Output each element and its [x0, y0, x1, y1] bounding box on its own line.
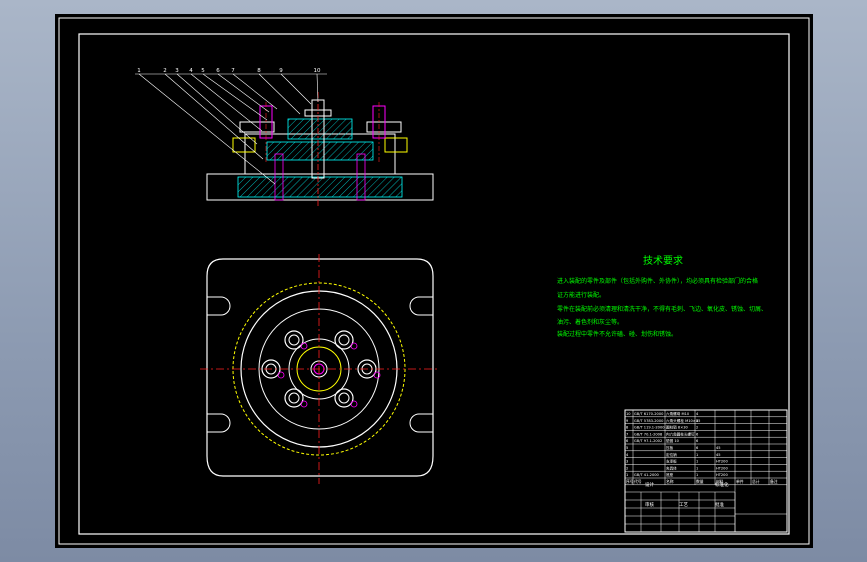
balloon-3: 3 [175, 68, 179, 74]
parts-cell: 夹具体 [666, 465, 677, 470]
parts-cell: 6 [696, 446, 699, 450]
top-plan-view [200, 254, 440, 484]
parts-header-cell: 名称 [666, 479, 674, 484]
balloon-8: 8 [257, 68, 261, 74]
requirements-text: 进入装配的零件及部件（包括外购件、外协件），均必须具有检验部门的合格 证方能进行… [557, 277, 767, 338]
parts-cell: 1 [696, 473, 698, 477]
parts-cell: HT200 [716, 473, 728, 477]
parts-cell: GB/T 70.1-2008 [634, 432, 663, 436]
requirement-line-2: 证方能进行装配。 [557, 291, 605, 299]
parts-cell: 底座 [666, 472, 674, 477]
parts-cell: 支承板 [666, 459, 677, 464]
parts-cell: 6 [696, 439, 699, 443]
parts-cell: GB/T 41-2000 [634, 473, 660, 477]
requirement-line-5: 装配过程中零件不允许磕、碰、划伤和锈蚀。 [557, 330, 677, 338]
parts-cell: 定位销 [666, 452, 677, 457]
process-label: 工艺 [679, 502, 688, 508]
parts-cell: 5 [626, 446, 628, 450]
parts-header-cell: 总计 [752, 479, 760, 484]
cad-drawing-canvas[interactable]: 1 2 3 4 5 6 7 8 9 10 技术要求 进入装配的零件及部件（包括外购件、外协件），均… [55, 14, 813, 548]
front-section-view [206, 92, 434, 206]
parts-cell: HT200 [716, 460, 728, 464]
parts-cell: 1 [626, 473, 628, 477]
parts-cell: 9 [626, 419, 629, 423]
parts-cell: 圆柱销 8×30 [666, 425, 689, 430]
standardization-label: 标准化 [715, 481, 729, 488]
bolt-hole-5 [284, 388, 308, 408]
requirement-line-4: 油污、着色剂和灰尘等。 [557, 318, 623, 326]
bolt-hole-1 [284, 330, 308, 350]
parts-cell: GB/T 119.1-2000 [634, 426, 665, 430]
balloon-7: 7 [231, 68, 235, 74]
parts-header-cell: 备注 [770, 479, 778, 484]
balloon-5: 5 [201, 68, 205, 74]
parts-cell: 6 [696, 432, 699, 436]
balloon-9: 9 [279, 68, 283, 74]
balloon-labels: 1 2 3 4 5 6 7 8 9 10 [137, 68, 321, 74]
approve-label: 批准 [715, 501, 724, 508]
title-block: 10 GB/T 6170-2000 六角螺母 M10 4 9 GB/T 5783-2000… [624, 409, 788, 533]
parts-cell: 内六角圆柱头螺钉 [666, 431, 695, 436]
parts-header-cell: 序号 [626, 479, 634, 484]
parts-cell: 7 [626, 432, 628, 436]
designer-label: 设计 [645, 481, 654, 488]
requirement-line-3: 零件在装配前必须清理和清洗干净，不得有毛刺、飞边、氧化皮、锈蚀、切屑、 [557, 305, 767, 313]
parts-cell: 垫圈 10 [666, 438, 680, 443]
parts-header-cell: 代号 [634, 479, 642, 484]
balloon-4: 4 [189, 68, 193, 74]
balloon-2: 2 [163, 68, 167, 74]
balloon-10: 10 [314, 68, 321, 74]
parts-cell: 2 [626, 466, 628, 470]
parts-header-cell: 数量 [696, 479, 704, 484]
parts-header-cell: 单件 [736, 479, 744, 484]
parts-cell: 压板 [666, 445, 674, 450]
parts-cell: 8 [626, 426, 629, 430]
parts-cell: GB/T 6170-2000 [634, 412, 664, 416]
parts-cell: 2 [696, 426, 698, 430]
parts-cell: 1 [696, 453, 698, 457]
parts-cell: 4 [626, 453, 629, 457]
bolt-hole-6 [334, 388, 358, 408]
requirements-title: 技术要求 [643, 254, 683, 267]
parts-cell: 10 [626, 412, 631, 416]
parts-cell: GB/T 5783-2000 [634, 419, 664, 423]
parts-cell: GB/T 97.1-2002 [634, 439, 662, 443]
parts-cell: 45 [716, 453, 721, 457]
drawing-sheet: 1 2 3 4 5 6 7 8 9 10 技术要求 进入装配的零件及部件（包括外购件、外协件），均… [58, 17, 810, 545]
balloon-6: 6 [216, 68, 220, 74]
requirement-line-1: 进入装配的零件及部件（包括外购件、外协件），均必须具有检验部门的合格 [557, 277, 758, 285]
parts-cell: 六角螺母 M10 [666, 411, 690, 416]
parts-cell: 45 [716, 446, 721, 450]
balloon-1: 1 [137, 68, 141, 74]
parts-cell: 6 [626, 439, 629, 443]
review-label: 审核 [645, 501, 654, 508]
parts-cell: 1 [696, 460, 698, 464]
parts-cell: HT200 [716, 466, 728, 470]
parts-cell: 4 [696, 412, 699, 416]
parts-cell: 1 [696, 466, 698, 470]
parts-cell: 3 [626, 460, 628, 464]
bolt-hole-2 [334, 330, 358, 350]
